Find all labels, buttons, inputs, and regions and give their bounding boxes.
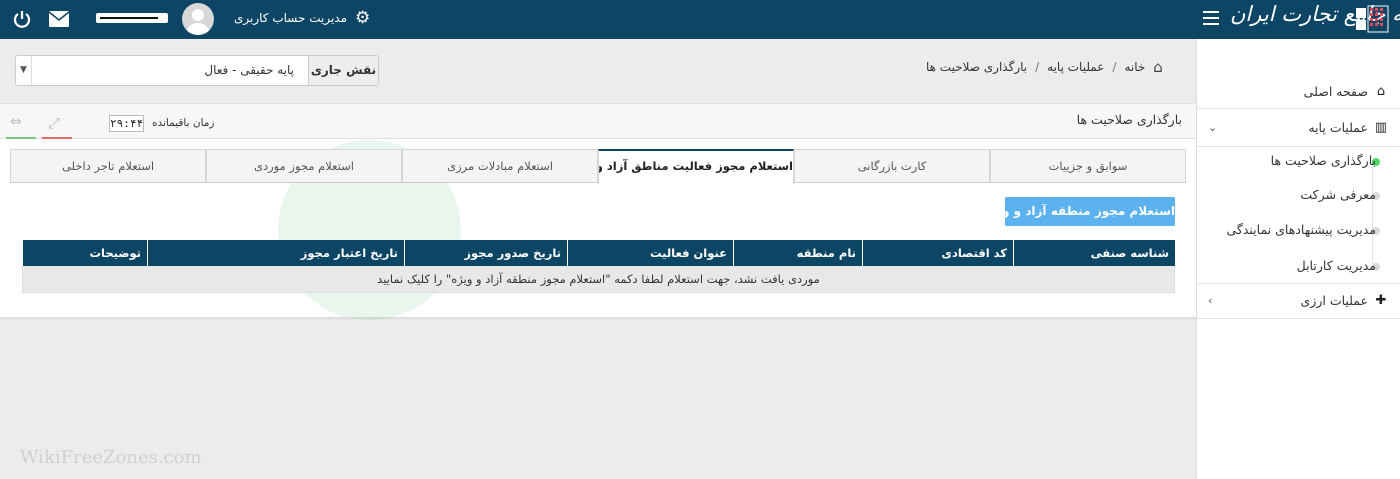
column-header[interactable]: تاریخ اعتبار مجوز (147, 240, 404, 266)
hamburger-menu-icon[interactable] (1203, 11, 1219, 25)
tab-business-card[interactable]: کارت بازرگانی (794, 149, 990, 182)
panel-title: بارگذاری صلاحیت ها (1076, 112, 1182, 127)
breadcrumb-separator: / (1112, 60, 1117, 74)
chevron-left-icon: › (1208, 293, 1213, 307)
sidebar-subitem-agency-proposals[interactable]: مدیریت پیشنهادهای نمایندگی (1196, 222, 1400, 240)
sidebar-subitem-label: بارگذاری صلاحیت ها (1270, 153, 1376, 168)
divider (1196, 318, 1400, 319)
tab-border-exchange[interactable]: استعلام مبادلات مرزی (402, 149, 598, 182)
column-header[interactable]: تاریخ صدور مجوز (404, 240, 567, 266)
submenu-line (1372, 160, 1373, 270)
bar-chart-icon: ▥ (1374, 119, 1388, 135)
sidebar-item-label: صفحه اصلی (1303, 83, 1368, 99)
power-icon[interactable] (12, 9, 32, 29)
sidebar-item-currency-ops[interactable]: ✚ عملیات ارزی › (1196, 289, 1400, 311)
sidebar-subitem-company-intro[interactable]: معرفی شرکت (1196, 187, 1400, 205)
mail-icon[interactable] (48, 10, 70, 28)
divider (1196, 283, 1400, 284)
sidebar-subitem-qualifications[interactable]: بارگذاری صلاحیت ها (1196, 153, 1400, 171)
sidebar-item-base-ops[interactable]: ▥ عملیات پایه ⌄ (1196, 116, 1400, 138)
home-icon: ⌂ (1376, 83, 1386, 99)
current-role-selector: پایه حقیقی - فعال ▼ نقش جاری (15, 55, 379, 86)
role-value: پایه حقیقی - فعال (204, 63, 294, 77)
sidebar-subitem-cartable[interactable]: مدیریت کارتابل (1196, 258, 1400, 276)
username-redacted (96, 13, 168, 23)
free-zone-inquiry-button[interactable]: استعلام مجوز منطقه آزاد و ویژه (983, 197, 1175, 226)
account-management-link[interactable]: مدیریت حساب کاربری (234, 11, 347, 25)
column-header[interactable]: شناسه صنفی (1013, 240, 1175, 266)
divider (1196, 146, 1400, 147)
column-header[interactable]: عنوان فعالیت (567, 240, 733, 266)
breadcrumb: ⌂ خانه / عملیات پایه / بارگذاری صلاحیت ه… (926, 58, 1163, 76)
timer-label: زمان باقیمانده (152, 117, 215, 129)
add-user-icon: ✚ (1375, 292, 1387, 308)
tab-free-zone-license[interactable]: استعلام مجوز فعالیت مناطق آزاد و ویژه (598, 149, 794, 184)
chevron-down-icon: ⌄ (1208, 120, 1218, 134)
breadcrumb-current: بارگذاری صلاحیت ها (926, 60, 1028, 74)
column-header[interactable]: کد اقتصادی (862, 240, 1013, 266)
tab-case-license[interactable]: استعلام مجوز موردی (206, 149, 402, 182)
timer-value: ۲۹:۴۴ (109, 115, 144, 132)
fullscreen-icon[interactable]: ⤢ (48, 114, 60, 132)
avatar[interactable] (182, 3, 214, 35)
home-icon[interactable]: ⌂ (1153, 58, 1163, 76)
panel-header: بارگذاری صلاحیت ها زمان باقیمانده ۲۹:۴۴ … (0, 103, 1196, 140)
divider (1196, 108, 1400, 109)
tab-domestic-trader[interactable]: استعلام تاجر داخلی (10, 149, 206, 182)
sidebar-subitem-label: مدیریت کارتابل (1296, 258, 1376, 273)
watermark-url: WikiFreeZones.com (20, 447, 202, 468)
results-table: شناسه صنفی کد اقتصادی نام منطقه عنوان فع… (22, 240, 1175, 293)
gears-icon[interactable]: ⚙ (355, 8, 370, 28)
empty-table-message: موردی یافت نشد، جهت استعلام لطفا دکمه "ا… (22, 266, 1175, 293)
breadcrumb-home[interactable]: خانه (1124, 60, 1145, 74)
tab-bar: سوابق و جزییات کارت بازرگانی استعلام مجو… (10, 149, 1186, 184)
top-bar: مدیریت حساب کاربری ⚙ سامانه جامع تجارت ا… (0, 0, 1400, 39)
sidebar-subitem-label: معرفی شرکت (1300, 187, 1376, 202)
table-header: شناسه صنفی کد اقتصادی نام منطقه عنوان فع… (22, 240, 1175, 266)
sidebar-subitem-label: مدیریت پیشنهادهای نمایندگی (1226, 222, 1376, 237)
tab-history[interactable]: سوابق و جزییات (990, 149, 1186, 182)
sidebar-item-label: عملیات پایه (1308, 119, 1368, 135)
sidebar-item-label: عملیات ارزی (1300, 292, 1368, 308)
role-label: نقش جاری (308, 56, 378, 85)
resize-icon[interactable]: ⇔ (10, 114, 22, 130)
logo-icon (1354, 4, 1390, 34)
role-dropdown[interactable]: پایه حقیقی - فعال ▼ (16, 56, 308, 85)
breadcrumb-separator: / (1035, 60, 1040, 74)
column-header[interactable]: توضیحات (22, 240, 147, 266)
sidebar-item-home[interactable]: ⌂ صفحه اصلی (1196, 80, 1400, 102)
column-header[interactable]: نام منطقه (733, 240, 862, 266)
chevron-down-icon[interactable]: ▼ (16, 56, 32, 85)
breadcrumb-base-ops[interactable]: عملیات پایه (1047, 60, 1104, 74)
